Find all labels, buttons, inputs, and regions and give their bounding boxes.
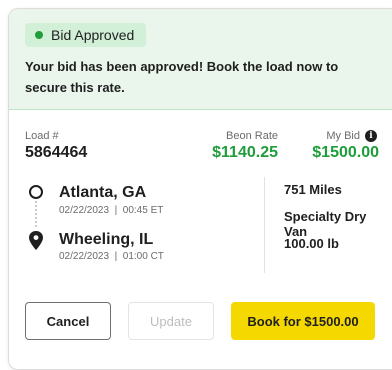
destination-pin-icon [29, 231, 43, 250]
origin-city: Atlanta, GA [59, 184, 147, 201]
load-number-label: Load # [25, 130, 59, 142]
approval-banner: Bid Approved Your bid has been approved!… [9, 9, 392, 110]
route-specs-divider [264, 177, 265, 273]
load-number: 5864464 [25, 144, 88, 161]
bid-card: Bid Approved Your bid has been approved!… [8, 8, 392, 370]
datetime-separator: | [111, 251, 120, 262]
status-badge: Bid Approved [25, 23, 147, 47]
my-bid-value: $1500.00 [312, 144, 379, 161]
datetime-separator: | [111, 205, 120, 216]
destination-date: 02/22/2023 [59, 251, 110, 262]
status-dot-icon [35, 31, 43, 39]
equipment-type: Specialty Dry Van [284, 209, 367, 239]
cancel-button[interactable]: Cancel [25, 302, 111, 340]
destination-city: Wheeling, IL [59, 231, 154, 248]
beon-rate-label: Beon Rate [226, 130, 278, 142]
update-button[interactable]: Update [128, 302, 214, 340]
book-button[interactable]: Book for $1500.00 [231, 302, 375, 340]
destination-time: 01:00 CT [122, 251, 164, 262]
origin-time: 00:45 ET [122, 205, 164, 216]
info-icon[interactable]: i [365, 130, 377, 142]
origin-date: 02/22/2023 [59, 205, 110, 216]
my-bid-label: My Bid [326, 130, 360, 142]
origin-circle-icon [29, 185, 43, 199]
distance: 751 Miles [284, 182, 342, 197]
status-text: Bid Approved [51, 27, 135, 43]
destination-datetime: 02/22/2023 | 01:00 CT [59, 251, 164, 262]
approval-message: Your bid has been approved! Book the loa… [25, 59, 339, 95]
origin-datetime: 02/22/2023 | 00:45 ET [59, 205, 163, 216]
load-weight: 100.00 lb [284, 236, 339, 251]
route-line-icon [29, 185, 43, 250]
beon-rate-value: $1140.25 [212, 144, 278, 161]
